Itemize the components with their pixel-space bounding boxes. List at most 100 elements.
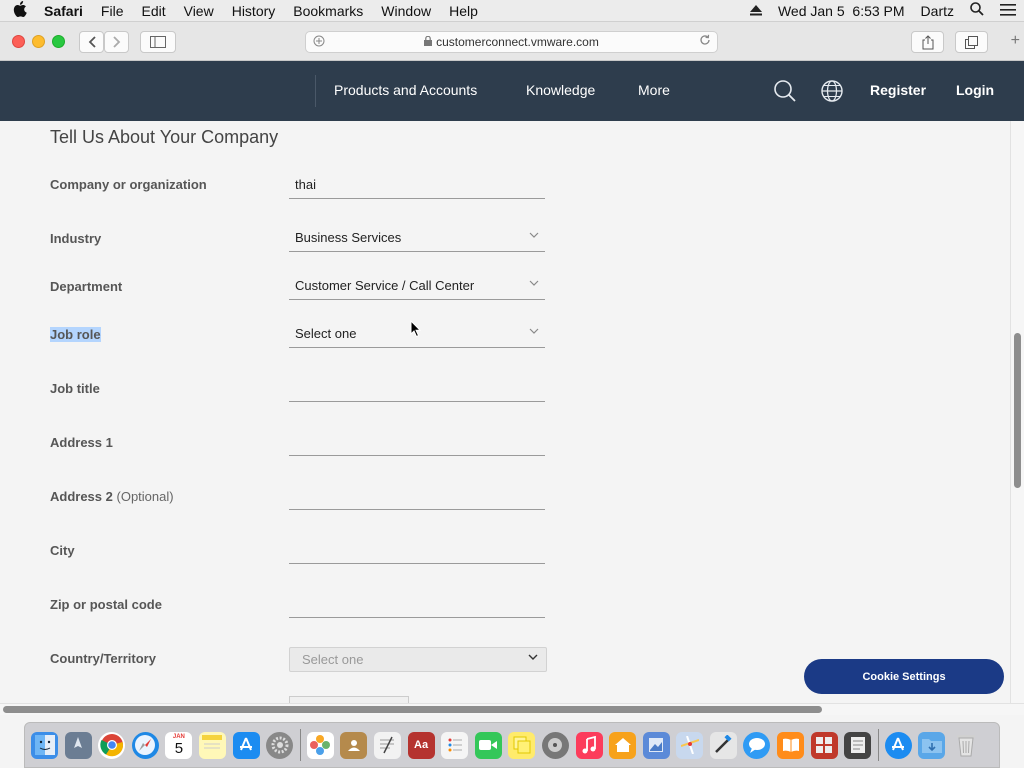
zip-input[interactable] (289, 592, 545, 618)
home-icon[interactable] (609, 731, 637, 759)
disk-utility-icon[interactable] (541, 731, 569, 759)
stickies-icon[interactable] (508, 731, 536, 759)
nav-products-and-accounts[interactable]: Products and Accounts (334, 82, 477, 98)
safari-icon[interactable] (131, 731, 159, 759)
music-icon[interactable] (575, 731, 603, 759)
department-select[interactable]: Customer Service / Call Center (289, 274, 545, 300)
job-title-input[interactable] (289, 376, 545, 402)
city-label: City (50, 543, 75, 558)
globe-icon[interactable] (820, 79, 844, 103)
chevron-down-icon (528, 652, 538, 663)
apple-menu-icon[interactable] (0, 0, 40, 21)
next-field-partial[interactable] (289, 696, 409, 703)
clock[interactable]: Wed Jan 5 6:53 PM (770, 3, 913, 19)
photos-icon[interactable] (306, 731, 334, 759)
country-select[interactable]: Select one (289, 647, 547, 672)
dock-separator (877, 729, 879, 761)
chrome-icon[interactable] (98, 731, 126, 759)
register-link[interactable]: Register (870, 82, 926, 98)
city-input[interactable] (289, 538, 545, 564)
country-label: Country/Territory (50, 651, 156, 666)
chevron-right-icon (112, 36, 120, 48)
menu-edit[interactable]: Edit (132, 3, 174, 19)
sidebar-toggle-button[interactable] (140, 31, 176, 53)
site-header: Products and Accounts Knowledge More Reg… (0, 61, 1024, 121)
minimize-window-button[interactable] (32, 35, 45, 48)
login-link[interactable]: Login (956, 82, 994, 98)
trash-icon[interactable] (952, 732, 979, 759)
reminders-icon[interactable] (441, 731, 469, 759)
user-name[interactable]: Dartz (913, 3, 962, 19)
notes-icon[interactable] (198, 731, 226, 759)
new-tab-plus-icon[interactable]: + (1011, 32, 1020, 50)
calendar-icon[interactable]: JAN 5 (165, 731, 193, 759)
reader-add-icon[interactable] (313, 35, 325, 50)
zoom-window-button[interactable] (52, 35, 65, 48)
system-preferences-icon[interactable] (266, 731, 294, 759)
chevron-down-icon (529, 230, 539, 241)
eject-icon[interactable] (742, 3, 770, 19)
close-window-button[interactable] (12, 35, 25, 48)
menu-file[interactable]: File (92, 3, 133, 19)
app-store-icon[interactable] (232, 731, 260, 759)
xcode-icon[interactable] (709, 731, 737, 759)
chevron-down-icon (529, 326, 539, 337)
department-label: Department (50, 279, 123, 294)
address2-input[interactable] (289, 484, 545, 510)
cookie-settings-button[interactable]: Cookie Settings (804, 659, 1004, 694)
textedit-icon[interactable] (373, 731, 401, 759)
nav-more[interactable]: More (638, 82, 670, 98)
industry-select[interactable]: Business Services (289, 226, 545, 252)
reload-icon[interactable] (699, 34, 711, 49)
maps-icon[interactable] (676, 731, 704, 759)
dictionary-icon[interactable]: Aa (407, 731, 435, 759)
forward-button[interactable] (104, 31, 129, 53)
menu-history[interactable]: History (223, 3, 285, 19)
script-editor-icon[interactable] (844, 731, 872, 759)
address1-label: Address 1 (50, 435, 113, 450)
books-icon[interactable] (777, 731, 805, 759)
horizontal-scroll-thumb[interactable] (3, 706, 822, 713)
address-bar[interactable]: customerconnect.vmware.com (305, 31, 718, 53)
launchpad-icon[interactable] (64, 731, 92, 759)
country-value: Select one (302, 652, 364, 667)
company-input[interactable]: thai (289, 173, 545, 199)
address2-label-text: Address 2 (50, 489, 113, 504)
share-button[interactable] (911, 31, 944, 53)
chevron-down-icon (529, 278, 539, 289)
tab-overview-button[interactable] (955, 31, 988, 53)
spotlight-search-icon[interactable] (962, 2, 992, 19)
address1-input[interactable] (289, 430, 545, 456)
downloads-folder-icon[interactable] (918, 731, 946, 759)
app-menu-safari[interactable]: Safari (40, 3, 92, 19)
section-title: Tell Us About Your Company (50, 127, 279, 147)
photo-booth-icon[interactable] (810, 731, 838, 759)
messages-icon[interactable] (743, 731, 771, 759)
facetime-icon[interactable] (474, 731, 502, 759)
optional-hint: (Optional) (116, 489, 174, 504)
app-store-download-icon[interactable] (884, 731, 912, 759)
dock-separator (299, 729, 301, 761)
job-title-label: Job title (50, 381, 100, 396)
industry-label: Industry (50, 231, 102, 246)
back-button[interactable] (79, 31, 104, 53)
vertical-scroll-thumb[interactable] (1014, 333, 1021, 488)
tabs-icon (964, 35, 978, 49)
search-icon[interactable] (773, 79, 797, 103)
department-value: Customer Service / Call Center (295, 278, 475, 293)
menu-help[interactable]: Help (440, 3, 487, 19)
preview-icon[interactable] (642, 731, 670, 759)
menu-view[interactable]: View (175, 3, 223, 19)
finder-icon[interactable] (31, 731, 58, 759)
url-text: customerconnect.vmware.com (436, 35, 599, 49)
contacts-icon[interactable] (340, 731, 368, 759)
notification-center-icon[interactable] (992, 3, 1024, 19)
job-role-label-text: Job role (50, 327, 101, 342)
job-role-label: Job role (50, 327, 101, 342)
dock: JAN 5 Aa (24, 722, 1000, 768)
nav-knowledge[interactable]: Knowledge (526, 82, 595, 98)
menu-bar: Safari File Edit View History Bookmarks … (0, 0, 1024, 22)
job-role-value: Select one (295, 326, 357, 341)
menu-window[interactable]: Window (372, 3, 440, 19)
menu-bookmarks[interactable]: Bookmarks (284, 3, 372, 19)
